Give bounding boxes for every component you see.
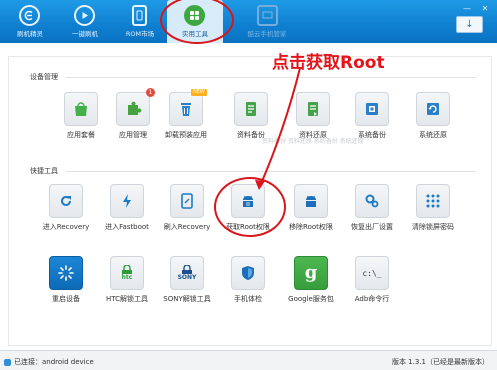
annotation-text: 点击获取Root: [272, 53, 385, 73]
annotation-ring-root: [214, 177, 286, 237]
version-text: 版本 1.3.1（已经是最新版本）: [391, 358, 489, 366]
connection-text: 已连接：android device: [14, 358, 94, 366]
connection-status: 已连接：android device: [4, 357, 94, 367]
app-window: 刷机精灵 一键刷机 ROM市场 实用工具 酷云手机管家 — ✕ ↓ 设备管理 应…: [0, 0, 497, 370]
device-icon: [4, 358, 11, 366]
status-bar: 已连接：android device 版本 1.3.1（已经是最新版本）: [0, 350, 497, 370]
